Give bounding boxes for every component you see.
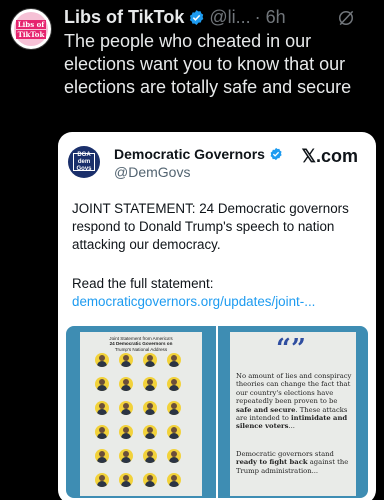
grok-icon[interactable] <box>336 8 356 28</box>
governor-portrait <box>167 473 181 487</box>
demgovs-logo-line3: Govs <box>76 165 92 172</box>
quote-p2-part-a: Democratic governors stand <box>236 450 334 458</box>
image-quote-card[interactable]: “” No amount of lies and conspiracy theo… <box>218 326 368 498</box>
post-header: Libs of TikTok @li... · 6h <box>64 6 286 28</box>
governor-portrait <box>143 401 157 415</box>
governor-portrait <box>167 449 181 463</box>
demgovs-avatar[interactable]: DGA dem Govs <box>68 146 100 178</box>
governors-card-title-line3: Trump's National Address <box>114 346 168 352</box>
demgovs-logo-line2: dem <box>77 158 91 165</box>
governor-portrait <box>95 353 109 367</box>
governor-portrait <box>143 449 157 463</box>
governor-portrait <box>95 377 109 391</box>
avatar-logo: Libs of TikTok <box>14 12 48 46</box>
image-governors-grid[interactable]: Joint Statement from America's 24 Democr… <box>66 326 216 498</box>
avatar-text-line2: TikTok <box>15 29 47 39</box>
post-text: The people who cheated in our elections … <box>64 31 352 97</box>
governor-portrait <box>95 473 109 487</box>
x-logo-icon[interactable]: 𝕏.com <box>301 146 358 167</box>
embedded-author-handle[interactable]: @DemGovs <box>114 164 190 180</box>
embedded-post-text: JOINT STATEMENT: 24 Democratic governors… <box>72 201 349 252</box>
governor-portrait <box>119 449 133 463</box>
post-time[interactable]: · 6h <box>255 7 286 28</box>
quote-paragraph-2: Democratic governors stand ready to figh… <box>236 450 352 475</box>
post: Libs of TikTok Libs of TikTok @li... · 6… <box>0 0 384 500</box>
governors-card: Joint Statement from America's 24 Democr… <box>80 332 202 496</box>
governor-portrait <box>167 377 181 391</box>
governor-portrait <box>143 425 157 439</box>
author-handle[interactable]: @li... <box>209 7 250 28</box>
governor-portrait <box>95 401 109 415</box>
quote-p2-emphasis-fight: ready to fight back <box>236 458 308 467</box>
governor-portrait <box>95 425 109 439</box>
governor-portrait <box>119 353 133 367</box>
quote-p1-emphasis-safe: safe and secure <box>236 405 296 414</box>
governor-portrait <box>119 401 133 415</box>
governor-portrait <box>167 425 181 439</box>
statement-link[interactable]: democraticgovernors.org/updates/joint-..… <box>72 294 315 309</box>
governor-portrait <box>119 425 133 439</box>
quote-p1-part-e: ... <box>288 422 295 431</box>
author-avatar[interactable]: Libs of TikTok <box>10 8 52 50</box>
governor-portrait <box>119 377 133 391</box>
quote-p1-part-a: No amount of lies and conspiracy theorie… <box>236 372 352 406</box>
verified-badge-icon <box>270 147 282 161</box>
verified-badge-icon <box>190 9 204 25</box>
governor-portrait <box>167 353 181 367</box>
quote-paragraph-1: No amount of lies and conspiracy theorie… <box>236 372 352 431</box>
governor-portrait <box>119 473 133 487</box>
quote-mark-icon: “” <box>276 334 306 364</box>
demgovs-logo: DGA dem Govs <box>73 151 95 172</box>
governor-portrait <box>143 353 157 367</box>
avatar-text-line1: Libs of <box>15 19 47 29</box>
governor-portrait <box>143 473 157 487</box>
embedded-author-name-text: Democratic Governors <box>114 146 265 162</box>
embedded-author-name[interactable]: Democratic Governors <box>114 146 283 162</box>
quote-card: “” No amount of lies and conspiracy theo… <box>230 332 356 496</box>
demgovs-logo-line1: DGA <box>77 151 91 158</box>
embedded-post-card[interactable]: DGA dem Govs Democratic Governors @DemGo… <box>58 132 376 500</box>
governor-portrait <box>143 377 157 391</box>
author-name[interactable]: Libs of TikTok <box>64 7 184 28</box>
governor-portrait <box>95 449 109 463</box>
governors-card-title: Joint Statement from America's 24 Democr… <box>80 336 202 352</box>
read-full-statement-label: Read the full statement: <box>72 276 214 291</box>
governor-portrait <box>167 401 181 415</box>
